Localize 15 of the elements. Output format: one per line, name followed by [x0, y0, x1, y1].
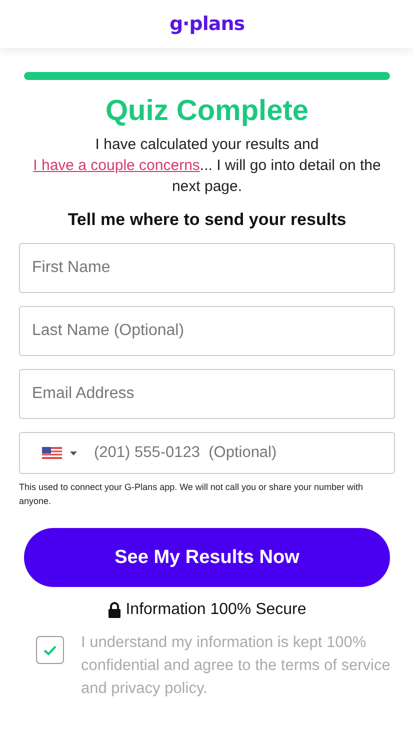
consent-checkbox[interactable]	[36, 636, 64, 664]
consent-text: I understand my information is kept 100% confidential and agree to the terms of service and privacy policy.	[81, 633, 392, 699]
input-field[interactable]: Email Address	[19, 369, 395, 419]
lock-icon	[108, 602, 121, 618]
intro-text: I have calculated your results and I have a couple concerns... I will go into detail on the next page.	[32, 135, 382, 197]
phone-note: This used to connect your G-Plans app. We will not call you or share your number with anyone.	[19, 481, 364, 508]
concerns-link[interactable]: I have a couple concerns	[33, 157, 200, 174]
logo[interactable]: g·plans	[169, 13, 245, 35]
submit-button[interactable]: See My Results Now	[24, 528, 390, 587]
input-field[interactable]: Last Name (Optional)	[19, 306, 395, 356]
check-icon	[43, 644, 57, 656]
page-title: Quiz Complete	[104, 94, 310, 128]
input-field[interactable]: First Name	[19, 243, 395, 293]
form-heading: Tell me where to send your results	[66, 209, 348, 231]
secure-text: Information 100% Secure	[126, 601, 306, 619]
